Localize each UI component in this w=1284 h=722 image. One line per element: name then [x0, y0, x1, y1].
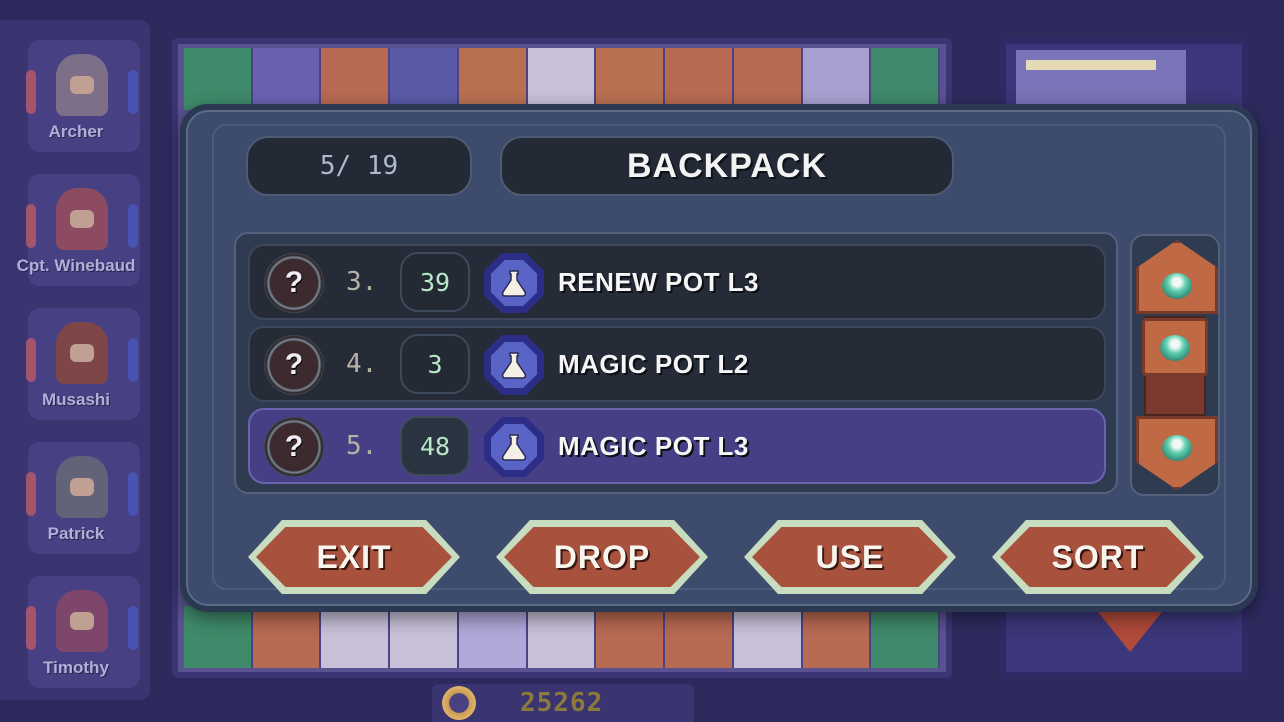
- board-tile: [321, 606, 391, 668]
- unknown-item-icon[interactable]: ?: [264, 417, 324, 477]
- board-tile: [802, 48, 872, 110]
- mana-bar: [128, 204, 138, 248]
- board-tile: [733, 606, 803, 668]
- board-tile: [871, 606, 941, 668]
- item-quantity: 39: [419, 267, 451, 297]
- health-bar: [26, 338, 36, 382]
- item-name: RENEW POT L3: [558, 267, 760, 297]
- scroll-thumb[interactable]: [1142, 318, 1208, 376]
- mana-bar: [128, 472, 138, 516]
- scroll-thumb-gem-icon: [1160, 335, 1190, 361]
- coin-icon: [442, 686, 476, 720]
- drop-label: DROP: [553, 538, 651, 575]
- item-quantity-box: 3: [400, 334, 470, 394]
- board-tile: [252, 48, 322, 110]
- unknown-item-icon[interactable]: ?: [264, 335, 324, 395]
- unknown-item-mark: ?: [284, 348, 304, 381]
- hooded-portrait-icon: [56, 456, 108, 518]
- board-tile: [184, 606, 253, 668]
- party-member-musashi[interactable]: Musashi: [26, 308, 140, 420]
- gold-value: 25262: [520, 688, 604, 718]
- dialog-title-bar: BACKPACK: [500, 136, 954, 196]
- board-tile: [871, 48, 941, 110]
- board-tile: [527, 606, 597, 668]
- potion-flask-icon: [484, 417, 544, 477]
- scrollbar[interactable]: [1130, 234, 1220, 496]
- potion-flask-icon: [484, 335, 544, 395]
- gold-display: 25262: [432, 684, 694, 722]
- board-tile: [596, 48, 666, 110]
- party-member-name: Cpt. Winebaud: [16, 256, 136, 275]
- party-member-cpt-winebaud[interactable]: Cpt. Winebaud: [17, 174, 140, 286]
- unknown-item-mark: ?: [284, 430, 304, 463]
- unknown-item-icon[interactable]: ?: [264, 253, 324, 313]
- item-quantity-box: 48: [400, 416, 470, 476]
- archer-portrait-icon: [56, 54, 108, 116]
- direction-arrow-icon[interactable]: [1098, 612, 1162, 652]
- potion-flask-icon: [484, 253, 544, 313]
- item-name: MAGIC POT L3: [558, 431, 749, 461]
- party-member-timothy[interactable]: Timothy: [26, 576, 140, 688]
- drop-button[interactable]: DROP: [496, 520, 708, 594]
- board-tile: [802, 606, 872, 668]
- party-member-name: Patrick: [47, 524, 105, 543]
- party-member-archer[interactable]: Archer: [26, 40, 140, 152]
- scroll-up-gem-icon: [1162, 273, 1192, 299]
- backpack-dialog: 5/ 19 BACKPACK ? 3. 39 RENEW POT L3 ? 4.…: [180, 104, 1258, 612]
- board-tile: [527, 48, 597, 110]
- health-bar: [26, 472, 36, 516]
- list-item[interactable]: ? 4. 3 MAGIC POT L2: [248, 326, 1106, 402]
- list-item-selected[interactable]: ? 5. 48 MAGIC POT L3: [248, 408, 1106, 484]
- exit-label: EXIT: [316, 538, 392, 575]
- dialog-title: BACKPACK: [626, 146, 828, 185]
- item-quantity-box: 39: [400, 252, 470, 312]
- list-item[interactable]: ? 3. 39 RENEW POT L3: [248, 244, 1106, 320]
- board-tile: [458, 606, 528, 668]
- health-bar: [26, 70, 36, 114]
- unknown-item-mark: ?: [284, 266, 304, 299]
- mana-bar: [128, 70, 138, 114]
- board-top-strip: [184, 48, 941, 110]
- sort-label: SORT: [1051, 538, 1145, 575]
- item-index: 4.: [346, 349, 378, 379]
- item-quantity: 3: [427, 349, 443, 379]
- use-label: USE: [815, 538, 885, 575]
- party-sidebar: Archer Cpt. Winebaud Musashi Patrick Tim…: [0, 20, 150, 700]
- board-tile: [252, 606, 322, 668]
- party-member-name: Archer: [48, 122, 104, 141]
- item-index: 5.: [346, 431, 378, 461]
- scroll-up-button[interactable]: [1136, 240, 1218, 314]
- board-bottom-strip: [184, 606, 941, 668]
- use-button[interactable]: USE: [744, 520, 956, 594]
- scroll-down-gem-icon: [1162, 435, 1192, 461]
- mana-bar: [128, 338, 138, 382]
- item-name: MAGIC POT L2: [558, 349, 749, 379]
- health-bar: [26, 204, 36, 248]
- item-quantity: 48: [419, 431, 451, 461]
- scroll-down-button[interactable]: [1136, 416, 1218, 490]
- party-member-name: Timothy: [43, 658, 109, 677]
- party-member-name: Musashi: [41, 390, 111, 409]
- item-count: 5/ 19: [319, 151, 399, 181]
- board-tile: [390, 606, 459, 668]
- board-tile: [665, 606, 734, 668]
- knight-portrait-icon: [56, 188, 108, 250]
- board-tile: [321, 48, 391, 110]
- sort-button[interactable]: SORT: [992, 520, 1204, 594]
- board-tile: [665, 48, 734, 110]
- item-index: 3.: [346, 267, 378, 297]
- health-bar: [26, 606, 36, 650]
- board-tile: [458, 48, 528, 110]
- party-member-patrick[interactable]: Patrick: [26, 442, 140, 554]
- board-tile: [733, 48, 803, 110]
- board-tile: [184, 48, 253, 110]
- samurai-portrait-icon: [56, 322, 108, 384]
- wizard-portrait-icon: [56, 590, 108, 652]
- mana-bar: [128, 606, 138, 650]
- exit-button[interactable]: EXIT: [248, 520, 460, 594]
- item-count-display: 5/ 19: [246, 136, 472, 196]
- board-tile: [596, 606, 666, 668]
- board-tile: [390, 48, 459, 110]
- item-list: ? 3. 39 RENEW POT L3 ? 4. 3 MAGIC POT L2…: [234, 232, 1118, 494]
